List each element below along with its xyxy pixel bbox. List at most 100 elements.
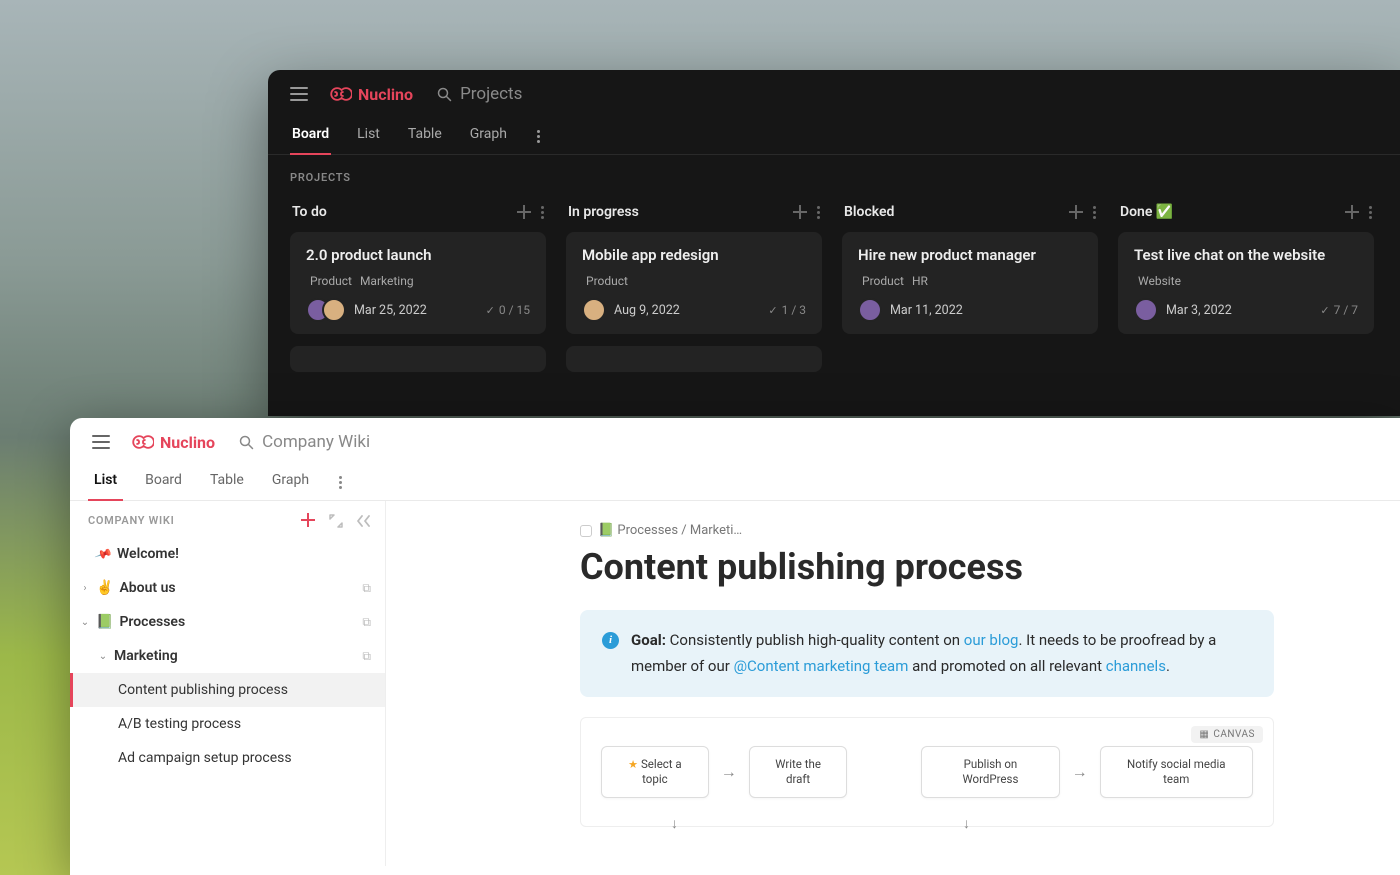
emoji-icon: ✌️: [96, 580, 113, 596]
card[interactable]: 2.0 product launch Product Marketing Mar…: [290, 232, 546, 334]
tag: Product: [862, 274, 904, 288]
card-title: Hire new product manager: [858, 246, 1082, 264]
view-tabs: List Board Table Graph: [70, 458, 1400, 501]
column-title: Done ✅: [1120, 204, 1173, 220]
link-our-blog[interactable]: our blog: [964, 631, 1019, 649]
tab-board[interactable]: Board: [290, 118, 331, 154]
card-tags: Product: [586, 274, 806, 288]
tag: Product: [310, 274, 352, 288]
hamburger-menu-icon[interactable]: [290, 87, 308, 101]
tab-list[interactable]: List: [92, 464, 119, 500]
brand-logo[interactable]: Nuclino: [326, 85, 413, 104]
chevron-right-icon: ›: [80, 583, 90, 594]
tree-item-ab-testing[interactable]: A/B testing process: [70, 707, 385, 741]
flow-node[interactable]: Write the draft: [749, 746, 848, 798]
arrow-right-icon: [1072, 762, 1088, 782]
document-main: 📗 Processes / Marketi… Content publishin…: [386, 501, 1400, 866]
flow-node[interactable]: ★Select a topic: [601, 746, 709, 798]
search-icon: [437, 87, 452, 102]
card[interactable]: Mobile app redesign Product Aug 9, 2022 …: [566, 232, 822, 334]
card-stub[interactable]: [290, 346, 546, 372]
tree-item-ad-campaign[interactable]: Ad campaign setup process: [70, 741, 385, 775]
tree-item-about[interactable]: ›✌️ About us ⧉: [70, 571, 385, 605]
column-title: Blocked: [844, 204, 894, 220]
column-todo: To do 2.0 product launch Product Marketi…: [290, 200, 546, 372]
flow-node[interactable]: Publish on WordPress: [921, 746, 1059, 798]
duplicate-icon[interactable]: ⧉: [362, 615, 371, 630]
column-inprogress: In progress Mobile app redesign Product: [566, 200, 822, 372]
hamburger-menu-icon[interactable]: [92, 435, 110, 449]
column-header: Blocked: [842, 200, 1098, 232]
checkbox-icon[interactable]: [580, 525, 592, 537]
add-page-icon[interactable]: [301, 513, 315, 527]
column-menu-icon[interactable]: [1093, 206, 1096, 219]
tab-list[interactable]: List: [355, 118, 382, 154]
card-date: Aug 9, 2022: [614, 303, 680, 318]
column-menu-icon[interactable]: [541, 206, 544, 219]
search-placeholder: Company Wiki: [262, 432, 370, 452]
search-icon: [239, 435, 254, 450]
avatar: [1134, 298, 1158, 322]
tabs-more-icon[interactable]: [335, 472, 346, 493]
search-field[interactable]: Projects: [437, 84, 522, 104]
tabs-more-icon[interactable]: [533, 126, 544, 147]
tag: Website: [1138, 274, 1181, 288]
collapse-sidebar-icon[interactable]: [357, 513, 371, 527]
tree-item-content-publishing[interactable]: Content publishing process: [70, 673, 385, 707]
brand-name: Nuclino: [358, 85, 413, 104]
card-stub[interactable]: [566, 346, 822, 372]
brand-logo[interactable]: Nuclino: [128, 433, 215, 452]
tag: Marketing: [360, 274, 414, 288]
callout-block[interactable]: i Goal: Consistently publish high-qualit…: [580, 610, 1274, 697]
column-blocked: Blocked Hire new product manager Product…: [842, 200, 1098, 372]
canvas-block[interactable]: ▦ CANVAS ★Select a topic Write the draft…: [580, 717, 1274, 827]
pin-icon: 📌: [94, 544, 113, 563]
avatar: [582, 298, 606, 322]
card-progress: ✓7 / 7: [1320, 303, 1358, 317]
mention[interactable]: @Content marketing team: [734, 657, 909, 675]
page-tree: 📌 Welcome! ›✌️ About us ⧉ ⌄📗 Processes ⧉…: [70, 537, 385, 775]
tree-item-marketing[interactable]: ⌄ Marketing ⧉: [70, 639, 385, 673]
add-card-icon[interactable]: [793, 205, 807, 219]
card-progress: ✓0 / 15: [486, 303, 530, 317]
tab-table[interactable]: Table: [406, 118, 444, 154]
card-date: Mar 25, 2022: [354, 303, 427, 318]
section-label: PROJECTS: [268, 155, 1400, 192]
card[interactable]: Hire new product manager Product HR Mar …: [842, 232, 1098, 334]
breadcrumb[interactable]: 📗 Processes / Marketi…: [386, 501, 1400, 542]
add-card-icon[interactable]: [517, 205, 531, 219]
tree-item-processes[interactable]: ⌄📗 Processes ⧉: [70, 605, 385, 639]
card[interactable]: Test live chat on the website Website Ma…: [1118, 232, 1374, 334]
avatar: [858, 298, 882, 322]
link-channels[interactable]: channels: [1106, 657, 1166, 675]
tab-table[interactable]: Table: [208, 464, 246, 500]
avatar-stack: [306, 298, 346, 322]
card-date: Mar 11, 2022: [890, 303, 963, 318]
tab-graph[interactable]: Graph: [270, 464, 311, 500]
avatar-stack: [1134, 298, 1158, 322]
flow-node[interactable]: Notify social media team: [1100, 746, 1253, 798]
search-field[interactable]: Company Wiki: [239, 432, 370, 452]
avatar-stack: [582, 298, 606, 322]
add-card-icon[interactable]: [1345, 205, 1359, 219]
column-header: In progress: [566, 200, 822, 232]
duplicate-icon[interactable]: ⧉: [362, 581, 371, 596]
chevron-down-icon: ⌄: [98, 651, 108, 662]
tab-graph[interactable]: Graph: [468, 118, 509, 154]
column-menu-icon[interactable]: [817, 206, 820, 219]
callout-text: Goal: Consistently publish high-quality …: [631, 628, 1252, 679]
duplicate-icon[interactable]: ⧉: [362, 649, 371, 664]
tab-board[interactable]: Board: [143, 464, 184, 500]
tag: HR: [912, 274, 928, 288]
card-tags: Product Marketing: [310, 274, 530, 288]
card-tags: Product HR: [862, 274, 1082, 288]
page-title[interactable]: Content publishing process: [386, 542, 1400, 610]
sidebar-label: COMPANY WIKI: [88, 514, 174, 527]
checklist-icon: ✓: [1320, 304, 1329, 317]
tree-item-welcome[interactable]: 📌 Welcome!: [70, 537, 385, 571]
dark-header: Nuclino Projects: [268, 70, 1400, 112]
column-menu-icon[interactable]: [1369, 206, 1372, 219]
arrow-right-icon: [721, 762, 737, 782]
expand-icon[interactable]: [329, 513, 343, 527]
add-card-icon[interactable]: [1069, 205, 1083, 219]
